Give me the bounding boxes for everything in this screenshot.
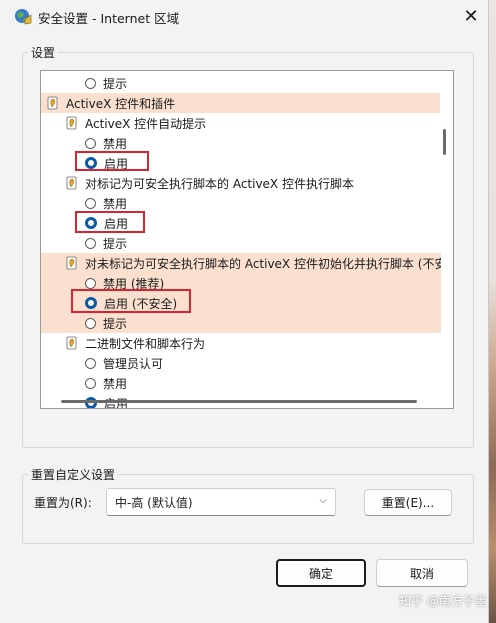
internet-globe-icon	[14, 7, 32, 25]
close-icon: ✕	[463, 5, 479, 27]
setting-label: 对标记为可安全执行脚本的 ActiveX 控件执行脚本	[85, 176, 354, 191]
annotation-box-2	[75, 211, 145, 233]
vertical-scrollbar-thumb[interactable]	[443, 129, 446, 155]
setting-label: 禁用	[103, 196, 128, 211]
setting-option[interactable]: 管理员认可	[41, 353, 453, 373]
background-photo-strip	[488, 0, 496, 623]
setting-option[interactable]: 提示	[41, 233, 453, 253]
radio-unchecked-icon[interactable]	[85, 277, 96, 289]
setting-label: ActiveX 控件自动提示	[85, 116, 207, 131]
cancel-button[interactable]: 取消	[376, 559, 468, 587]
vertical-scrollbar[interactable]	[441, 71, 453, 408]
setting-option[interactable]: 禁用	[41, 193, 453, 213]
radio-checked-icon[interactable]	[85, 397, 97, 408]
setting-label: 提示	[103, 316, 128, 331]
reset-group-label: 重置自定义设置	[28, 466, 119, 483]
setting-label: 禁用	[103, 136, 128, 151]
script-settings-icon	[65, 256, 79, 270]
reset-to-label: 重置为(R):	[34, 496, 92, 510]
close-button[interactable]: ✕	[454, 2, 488, 30]
setting-label: 对未标记为可安全执行脚本的 ActiveX 控件初始化并执行脚本 (不安	[85, 256, 447, 271]
window-title: 安全设置 - Internet 区域	[38, 11, 180, 26]
security-settings-dialog: 安全设置 - Internet 区域 ✕ 设置 提示 ActiveX 控件和插件 A…	[0, 0, 489, 623]
watermark: 知乎 @南方子墨	[399, 594, 487, 608]
script-settings-icon	[65, 176, 79, 190]
setting-option[interactable]: 提示	[41, 73, 453, 93]
setting-category: 对标记为可安全执行脚本的 ActiveX 控件执行脚本	[41, 173, 453, 193]
script-settings-icon	[65, 116, 79, 130]
setting-category: ActiveX 控件和插件	[41, 93, 440, 113]
setting-category: ActiveX 控件自动提示	[41, 113, 453, 133]
chevron-down-icon: ⌵	[319, 495, 327, 506]
title-bar: 安全设置 - Internet 区域 ✕	[0, 0, 488, 32]
radio-unchecked-icon[interactable]	[85, 137, 96, 149]
setting-label: 提示	[103, 236, 128, 251]
radio-unchecked-icon[interactable]	[85, 197, 96, 209]
setting-label: 提示	[103, 76, 128, 91]
radio-unchecked-icon[interactable]	[85, 237, 96, 249]
setting-category: 二进制文件和脚本行为	[41, 333, 453, 353]
script-settings-icon	[65, 336, 79, 350]
setting-option[interactable]: 禁用	[41, 373, 453, 393]
radio-unchecked-icon[interactable]	[85, 77, 96, 89]
annotation-box-3	[71, 289, 191, 313]
script-settings-icon	[46, 96, 60, 110]
setting-option[interactable]: 提示	[41, 313, 453, 333]
reset-button[interactable]: 重置(E)...	[364, 489, 452, 516]
setting-label: 禁用	[103, 376, 128, 391]
annotation-box-1	[75, 151, 149, 171]
setting-category: 对未标记为可安全执行脚本的 ActiveX 控件初始化并执行脚本 (不安	[41, 253, 453, 273]
radio-unchecked-icon[interactable]	[85, 377, 96, 389]
radio-unchecked-icon[interactable]	[85, 357, 96, 369]
reset-level-value: 中-高 (默认值)	[115, 495, 193, 510]
ok-button[interactable]: 确定	[276, 559, 366, 587]
setting-label: ActiveX 控件和插件	[66, 96, 176, 111]
setting-label: 管理员认可	[103, 356, 164, 371]
settings-list[interactable]: 提示 ActiveX 控件和插件 ActiveX 控件自动提示 禁用 启用 对标记为可安全…	[40, 70, 454, 409]
horizontal-scrollbar-thumb[interactable]	[61, 400, 417, 403]
setting-option[interactable]: 禁用	[41, 133, 453, 153]
setting-label: 二进制文件和脚本行为	[85, 336, 206, 351]
reset-level-select[interactable]: 中-高 (默认值) ⌵	[106, 488, 336, 516]
radio-unchecked-icon[interactable]	[85, 317, 96, 329]
settings-group-label: 设置	[28, 44, 59, 61]
